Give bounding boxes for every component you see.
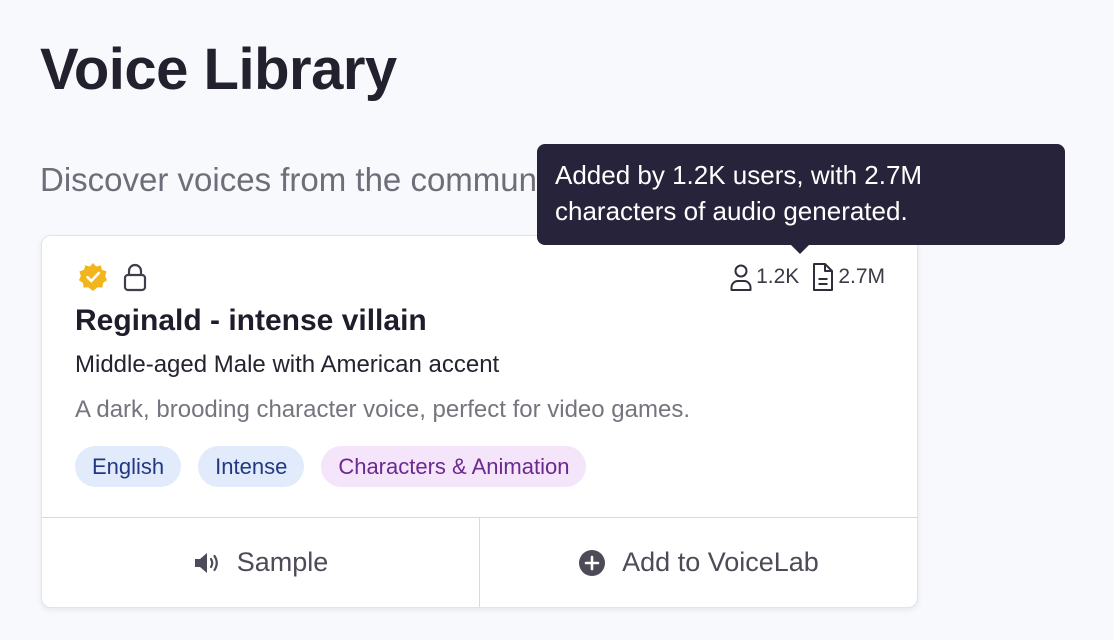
- tooltip-arrow: [790, 244, 810, 254]
- sample-label: Sample: [236, 547, 329, 577]
- voice-description: A dark, brooding character voice, perfec…: [75, 396, 690, 423]
- add-to-voicelab-button[interactable]: Add to VoiceLab: [479, 518, 917, 607]
- stats-tooltip: Added by 1.2K users, with 2.7M character…: [537, 144, 1065, 254]
- card-actions: Sample Add to VoiceLab: [42, 517, 917, 607]
- tag-intense[interactable]: Intense: [198, 446, 305, 487]
- characters-count: 2.7M: [838, 265, 885, 288]
- sample-button[interactable]: Sample: [42, 518, 479, 607]
- tooltip-line-2: characters of audio generated.: [555, 196, 908, 226]
- speaker-icon: [193, 550, 221, 576]
- tooltip-line-1: Added by 1.2K users, with 2.7M: [555, 160, 923, 190]
- voice-stats: 1.2K 2.7M: [729, 262, 885, 292]
- user-icon: [729, 262, 753, 292]
- document-icon: [811, 262, 835, 292]
- verified-badge-icon: [78, 262, 108, 292]
- voice-name: Reginald - intense villain: [75, 304, 427, 337]
- users-stat[interactable]: 1.2K: [729, 262, 799, 292]
- add-to-voicelab-label: Add to VoiceLab: [622, 547, 819, 577]
- users-count: 1.2K: [756, 265, 800, 288]
- characters-stat[interactable]: 2.7M: [811, 262, 885, 292]
- plus-circle-icon: [578, 549, 606, 577]
- page-subtitle: Discover voices from the community: [40, 161, 570, 198]
- tag-characters-animation[interactable]: Characters & Animation: [321, 446, 587, 487]
- voice-meta: Middle-aged Male with American accent: [75, 351, 500, 378]
- tag-list: English Intense Characters & Animation: [75, 446, 587, 487]
- card-icons: [78, 262, 148, 292]
- tag-english[interactable]: English: [75, 446, 182, 487]
- lock-icon: [122, 262, 148, 292]
- voice-card: 1.2K 2.7M Reginald - intense villain Mid…: [41, 235, 918, 608]
- page-title: Voice Library: [40, 37, 397, 102]
